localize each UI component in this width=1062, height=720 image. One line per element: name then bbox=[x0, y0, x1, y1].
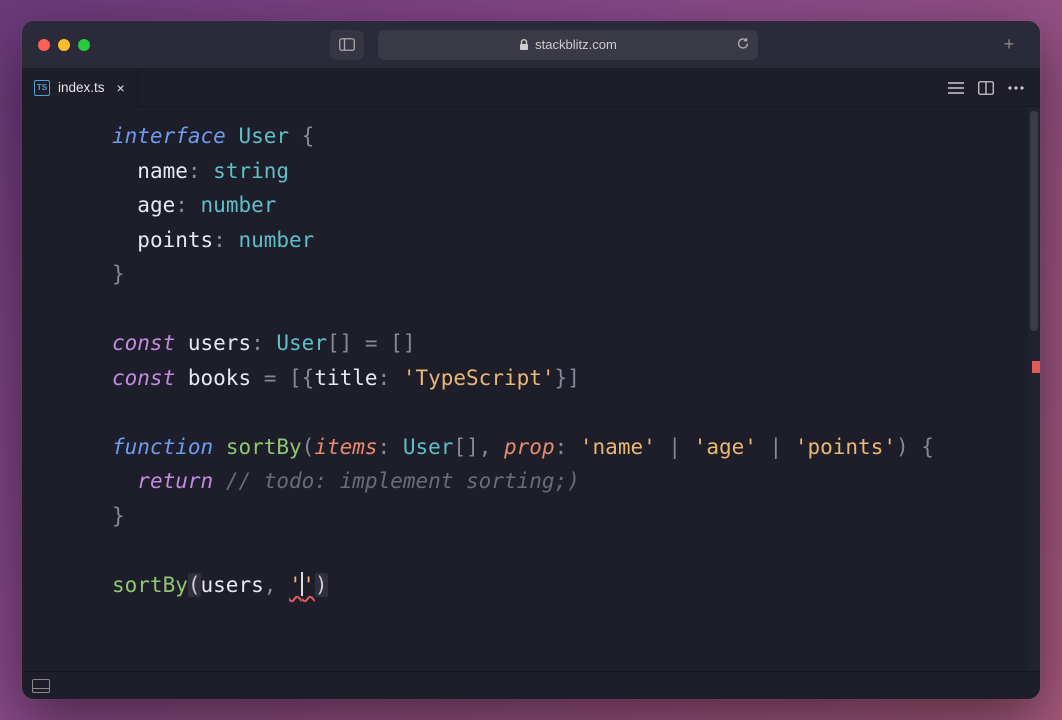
type-string: string bbox=[213, 159, 289, 183]
key-title: title bbox=[314, 366, 377, 390]
code-editor[interactable]: interface User { name: string age: numbe… bbox=[22, 107, 1040, 671]
prop-age: age bbox=[137, 193, 175, 217]
kw-function: function bbox=[112, 435, 213, 459]
brace-close2: } bbox=[112, 504, 125, 528]
tab-filename: index.ts bbox=[58, 80, 105, 95]
menu-icon[interactable] bbox=[948, 80, 964, 96]
array-init: [] = [] bbox=[327, 331, 416, 355]
fn-sortby: sortBy bbox=[226, 435, 302, 459]
eq-bracket: = [{ bbox=[251, 366, 314, 390]
editor-scrollbar[interactable] bbox=[1028, 107, 1040, 671]
type-number2: number bbox=[238, 228, 314, 252]
maximize-window-button[interactable] bbox=[78, 39, 90, 51]
brace-open: { bbox=[289, 124, 314, 148]
split-editor-icon[interactable] bbox=[978, 80, 994, 96]
comment-todo: // todo: implement sorting;) bbox=[226, 469, 580, 493]
prop-name: name bbox=[137, 159, 188, 183]
code-content: interface User { name: string age: numbe… bbox=[22, 107, 1040, 602]
type-user3: User bbox=[403, 435, 454, 459]
empty-string-arg: '' bbox=[289, 573, 315, 597]
scrollbar-thumb[interactable] bbox=[1030, 111, 1038, 331]
paren-close-hl: ) bbox=[315, 573, 328, 597]
new-tab-button[interactable]: + bbox=[994, 30, 1024, 60]
prop-points: points bbox=[137, 228, 213, 252]
more-actions-icon[interactable] bbox=[1008, 80, 1024, 96]
call-sortby: sortBy bbox=[112, 573, 188, 597]
typescript-file-icon: TS bbox=[34, 80, 50, 96]
minimize-window-button[interactable] bbox=[58, 39, 70, 51]
type-number: number bbox=[201, 193, 277, 217]
error-marker[interactable] bbox=[1032, 361, 1040, 373]
panel-toggle-icon[interactable] bbox=[32, 679, 50, 693]
sidebar-toggle-button[interactable] bbox=[330, 30, 364, 60]
editor-tabbar: TS index.ts × bbox=[22, 69, 1040, 107]
bottom-bar bbox=[22, 671, 1040, 699]
lock-icon bbox=[519, 39, 529, 51]
kw-const2: const bbox=[112, 366, 175, 390]
browser-window: stackblitz.com + TS index.ts × bbox=[22, 21, 1040, 699]
param-prop: prop bbox=[504, 435, 555, 459]
param-items: items bbox=[314, 435, 377, 459]
address-bar[interactable]: stackblitz.com bbox=[378, 30, 758, 60]
type-user2: User bbox=[276, 331, 327, 355]
sidebar-icon bbox=[339, 38, 355, 51]
kw-return: return bbox=[137, 469, 213, 493]
close-window-button[interactable] bbox=[38, 39, 50, 51]
arg-users: users bbox=[201, 573, 264, 597]
kw-interface: interface bbox=[112, 124, 226, 148]
lit-age: 'age' bbox=[694, 435, 757, 459]
kw-const: const bbox=[112, 331, 175, 355]
brace-close: } bbox=[112, 262, 125, 286]
tab-close-button[interactable]: × bbox=[117, 80, 125, 96]
titlebar: stackblitz.com + bbox=[22, 21, 1040, 69]
str-typescript: 'TypeScript' bbox=[403, 366, 555, 390]
lit-points: 'points' bbox=[795, 435, 896, 459]
reload-button[interactable] bbox=[736, 36, 750, 53]
paren-open-hl: ( bbox=[188, 573, 201, 597]
tabbar-actions bbox=[948, 80, 1032, 96]
lit-name: 'name' bbox=[580, 435, 656, 459]
address-host: stackblitz.com bbox=[535, 37, 617, 52]
var-books: books bbox=[188, 366, 251, 390]
editor-tab-indexts[interactable]: TS index.ts × bbox=[22, 69, 138, 107]
traffic-lights bbox=[38, 39, 90, 51]
var-users: users bbox=[188, 331, 251, 355]
type-user: User bbox=[238, 124, 289, 148]
